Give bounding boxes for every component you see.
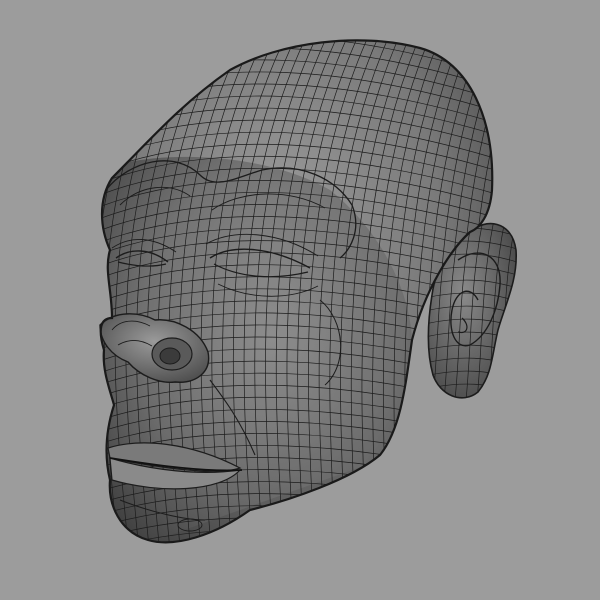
mesh-edge-ring	[100, 40, 121, 543]
3d-viewport[interactable]	[0, 0, 600, 600]
head-mesh-render[interactable]	[0, 0, 600, 600]
mesh-edge-loop	[100, 541, 493, 543]
mesh-edge-loop	[80, 554, 520, 590]
mesh-edge-ring	[500, 20, 560, 580]
